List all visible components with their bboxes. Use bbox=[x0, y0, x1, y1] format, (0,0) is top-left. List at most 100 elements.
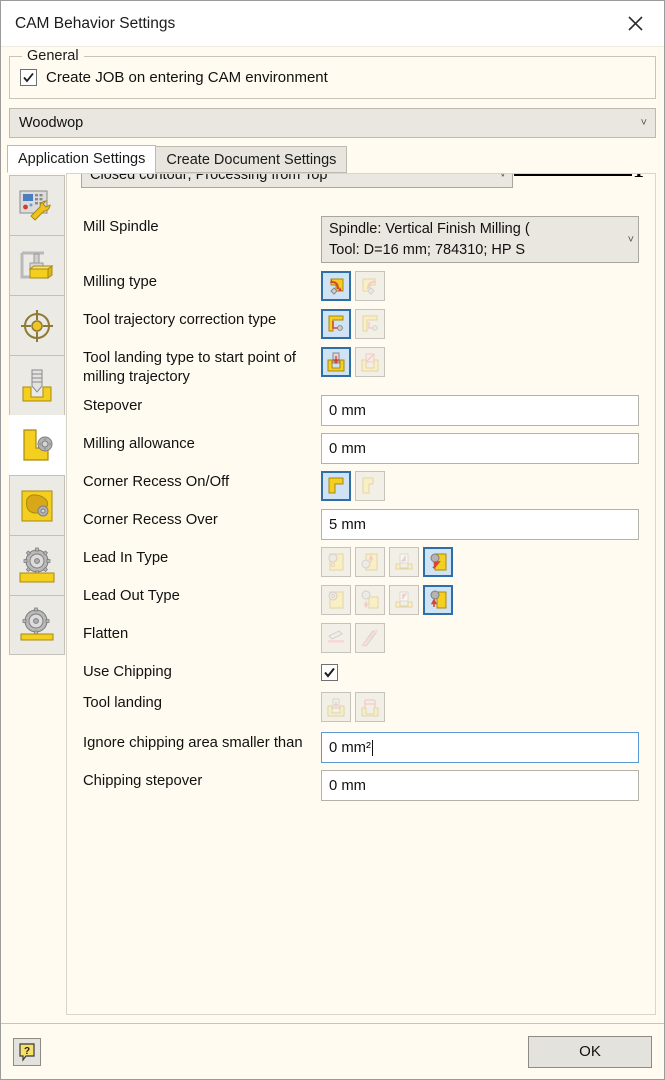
label-corner-recess-onoff: Corner Recess On/Off bbox=[83, 474, 230, 490]
saw-cut-icon bbox=[19, 547, 55, 582]
label-tool-landing-start: Tool landing type to start point of mill… bbox=[83, 350, 297, 385]
origin-target-icon bbox=[21, 309, 53, 342]
profile-value: Woodwop bbox=[19, 115, 84, 131]
annotation-number-1: 1 bbox=[633, 174, 644, 183]
row-corner-recess-onoff: Corner Recess On/Off bbox=[83, 471, 639, 501]
tab-application-settings[interactable]: Application Settings bbox=[7, 145, 157, 173]
sidebar-item-origin-target[interactable] bbox=[9, 295, 65, 355]
ok-button[interactable]: OK bbox=[528, 1035, 652, 1068]
strategy-select[interactable]: Closed contour; Processing from Top ˅ bbox=[81, 173, 513, 188]
strategy-value: Closed contour; Processing from Top bbox=[90, 173, 328, 183]
chevron-down-icon: ˅ bbox=[640, 117, 647, 129]
lead-out-vertical-icon[interactable] bbox=[355, 585, 385, 615]
label-lead-out-type: Lead Out Type bbox=[83, 588, 180, 604]
window-title: CAM Behavior Settings bbox=[15, 14, 176, 32]
chipping-stepover-input[interactable]: 0 mm bbox=[321, 770, 639, 801]
annotation-pointer-line bbox=[514, 174, 632, 176]
chevron-down-icon: ˅ bbox=[499, 173, 506, 181]
sidebar-item-saw-cut[interactable] bbox=[9, 535, 65, 595]
label-stepover: Stepover bbox=[83, 398, 143, 414]
landing-vertical-icon[interactable] bbox=[321, 347, 351, 377]
stepover-value: 0 mm bbox=[329, 402, 366, 419]
row-milling-allowance: Milling allowance 0 mm bbox=[83, 433, 639, 464]
lead-in-linear-icon[interactable] bbox=[423, 547, 453, 577]
row-corner-recess-over: Corner Recess Over 5 mm bbox=[83, 509, 639, 540]
landing-ramp-icon[interactable] bbox=[355, 347, 385, 377]
lead-in-ramp-icon[interactable] bbox=[389, 547, 419, 577]
label-mill-spindle: Mill Spindle bbox=[83, 219, 159, 235]
sidebar-item-pocket-milling[interactable] bbox=[9, 475, 65, 535]
sidebar-item-machine-setup[interactable] bbox=[9, 175, 65, 235]
use-chipping-checkbox[interactable] bbox=[321, 664, 338, 681]
label-ignore-chipping-area: Ignore chipping area smaller than bbox=[83, 735, 303, 751]
title-bar: CAM Behavior Settings bbox=[1, 1, 664, 47]
help-question-icon[interactable]: ? bbox=[13, 1037, 41, 1066]
chevron-down-icon: ˅ bbox=[627, 233, 634, 246]
create-job-label: Create JOB on entering CAM environment bbox=[46, 69, 328, 86]
svg-text:?: ? bbox=[24, 1046, 30, 1057]
lead-out-linear-icon[interactable] bbox=[423, 585, 453, 615]
label-trajectory-correction: Tool trajectory correction type bbox=[83, 312, 277, 328]
contour-milling-icon bbox=[23, 428, 53, 461]
row-lead-out-type: Lead Out Type bbox=[83, 585, 639, 615]
mill-spindle-line2: Tool: D=16 mm; 784310; HP S bbox=[329, 241, 525, 258]
sidebar-item-saw-blade[interactable] bbox=[9, 595, 65, 655]
profile-select[interactable]: Woodwop ˅ bbox=[9, 108, 656, 138]
close-icon[interactable] bbox=[612, 4, 658, 44]
row-mill-spindle: Mill Spindle Spindle: Vertical Finish Mi… bbox=[83, 216, 639, 263]
row-ignore-chipping-area: Ignore chipping area smaller than 0 mm² bbox=[83, 732, 639, 763]
row-milling-type: Milling type bbox=[83, 271, 639, 301]
general-groupbox: General Create JOB on entering CAM envir… bbox=[9, 48, 656, 99]
tool-landing-vertical-icon[interactable] bbox=[321, 692, 351, 722]
corner-recess-off-icon[interactable] bbox=[355, 471, 385, 501]
label-use-chipping: Use Chipping bbox=[83, 664, 172, 680]
label-chipping-stepover: Chipping stepover bbox=[83, 773, 203, 789]
lead-out-ramp-icon[interactable] bbox=[389, 585, 419, 615]
sidebar-item-drilling[interactable] bbox=[9, 355, 65, 415]
tool-landing-ramp-icon[interactable] bbox=[355, 692, 385, 722]
row-flatten: Flatten bbox=[83, 623, 639, 653]
settings-panel: Closed contour; Processing from Top ˅ 1 … bbox=[66, 173, 656, 1015]
label-milling-type: Milling type bbox=[83, 274, 158, 290]
milling-allowance-input[interactable]: 0 mm bbox=[321, 433, 639, 464]
cam-behavior-settings-dialog: CAM Behavior Settings General Create JOB… bbox=[0, 0, 665, 1080]
stepover-input[interactable]: 0 mm bbox=[321, 395, 639, 426]
dialog-footer: ? OK bbox=[1, 1023, 664, 1079]
pocket-milling-icon bbox=[21, 490, 53, 521]
sidebar-item-contour-milling[interactable] bbox=[9, 415, 65, 475]
chipping-stepover-value: 0 mm bbox=[329, 777, 366, 794]
label-lead-in-type: Lead In Type bbox=[83, 550, 169, 566]
row-stepover: Stepover 0 mm bbox=[83, 395, 639, 426]
label-corner-recess-over: Corner Recess Over bbox=[83, 512, 218, 528]
correction-on-icon[interactable] bbox=[321, 309, 351, 339]
row-lead-in-type: Lead In Type bbox=[83, 547, 639, 577]
row-tool-landing-start: Tool landing type to start point of mill… bbox=[83, 347, 639, 387]
tab-create-document-settings[interactable]: Create Document Settings bbox=[155, 146, 348, 173]
correction-off-icon[interactable] bbox=[355, 309, 385, 339]
conventional-milling-icon[interactable] bbox=[355, 271, 385, 301]
climb-milling-icon[interactable] bbox=[321, 271, 351, 301]
lead-in-arc-icon[interactable] bbox=[321, 547, 351, 577]
corner-recess-on-icon[interactable] bbox=[321, 471, 351, 501]
flatten-off-icon[interactable] bbox=[321, 623, 351, 653]
create-job-row[interactable]: Create JOB on entering CAM environment bbox=[20, 69, 645, 86]
row-chipping-stepover: Chipping stepover 0 mm bbox=[83, 770, 639, 801]
general-legend: General bbox=[22, 48, 84, 64]
settings-form: Mill Spindle Spindle: Vertical Finish Mi… bbox=[83, 216, 639, 801]
ignore-chipping-area-input[interactable]: 0 mm² bbox=[321, 732, 639, 763]
create-job-checkbox[interactable] bbox=[20, 69, 37, 86]
drilling-icon bbox=[22, 369, 52, 401]
machine-setup-icon bbox=[19, 190, 51, 221]
flatten-on-icon[interactable] bbox=[355, 623, 385, 653]
lead-out-arc-icon[interactable] bbox=[321, 585, 351, 615]
ignore-chipping-area-value: 0 mm² bbox=[329, 739, 371, 756]
settings-body: Closed contour; Processing from Top ˅ 1 … bbox=[9, 173, 656, 1015]
lead-in-vertical-icon[interactable] bbox=[355, 547, 385, 577]
category-sidebar bbox=[9, 173, 67, 1015]
tab-strip: Application Settings Create Document Set… bbox=[7, 145, 664, 173]
row-use-chipping: Use Chipping bbox=[83, 661, 639, 682]
mill-spindle-select[interactable]: Spindle: Vertical Finish Milling ( Tool:… bbox=[321, 216, 639, 263]
milling-allowance-value: 0 mm bbox=[329, 440, 366, 457]
sidebar-item-clamping[interactable] bbox=[9, 235, 65, 295]
corner-recess-over-input[interactable]: 5 mm bbox=[321, 509, 639, 540]
